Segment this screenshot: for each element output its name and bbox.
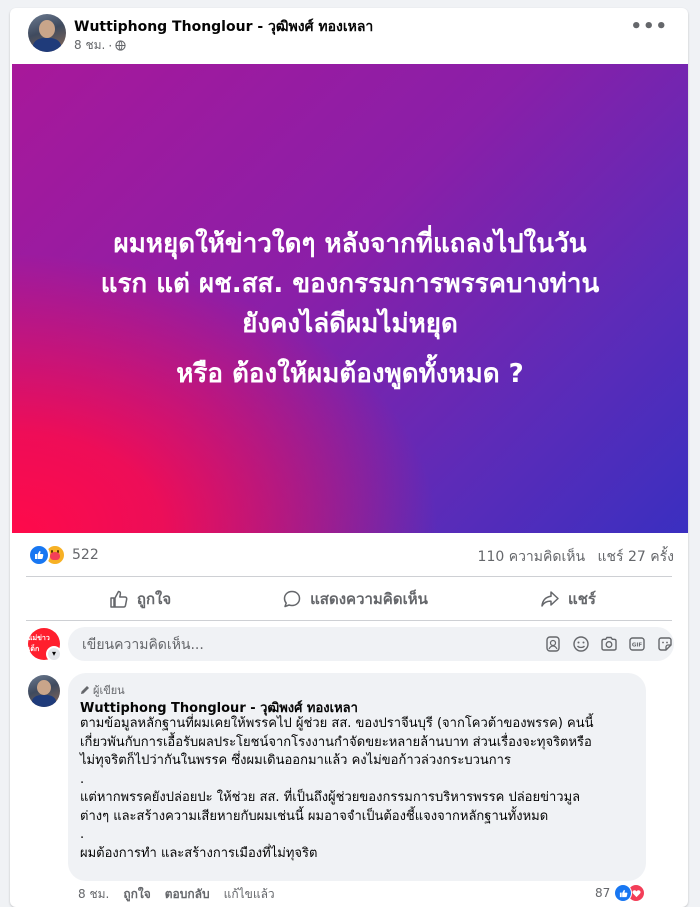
post-card: Wuttiphong Thonglour - วุฒิพงศ์ ทองเหลา … [10, 8, 688, 907]
comment-composer[interactable]: GIF [68, 627, 674, 663]
share-button[interactable]: แชร์ [528, 582, 608, 616]
comment-edited-label[interactable]: แก้ไขแล้ว [224, 885, 275, 904]
post-time[interactable]: 8 ชม. [74, 36, 105, 55]
emoji-icon[interactable] [572, 635, 590, 653]
comment-actions: 8 ชม. ถูกใจ ตอบกลับ แก้ไขแล้ว [78, 885, 275, 904]
comment-line: เกี่ยวพันกับการเอื้อรับผลประโยชน์จากโรงง… [80, 734, 592, 750]
banner-question: หรือ ต้องให้ผมต้องพูดทั้งหมด ? [176, 359, 524, 389]
post-author-name[interactable]: Wuttiphong Thonglour - วุฒิพงศ์ ทองเหลา [74, 16, 373, 38]
comment-time[interactable]: 8 ชม. [78, 885, 109, 904]
like-label: ถูกใจ [136, 590, 172, 608]
comment-line: ไม่ทุจริตก็ไปว่ากันในพรรค ซึ่งผมเดินออกม… [80, 753, 511, 768]
comment-count-link[interactable]: 110 ความคิดเห็น [478, 549, 586, 565]
comment-reply-button[interactable]: ตอบกลับ [165, 885, 210, 904]
like-reaction-icon [28, 544, 50, 566]
comment-line: ตามข้อมูลหลักฐานที่ผมเคยให้พรรคไป ผู้ช่ว… [80, 716, 594, 731]
sticker-icon[interactable] [656, 635, 674, 653]
author-avatar[interactable] [28, 14, 66, 52]
comment-reactions[interactable]: 87 [595, 884, 646, 902]
comment-line: ผมต้องการทำ และสร้างการเมืองที่ไม่ทุจริต [80, 845, 318, 861]
comment-button[interactable]: แสดงความคิดเห็น [265, 582, 445, 616]
gif-icon[interactable]: GIF [628, 635, 646, 653]
chevron-down-icon[interactable]: ▾ [46, 646, 62, 662]
post-banner[interactable]: ผมหยุดให้ข่าวใดๆ หลังจากที่แถลงไปในวัน แ… [12, 64, 688, 533]
comment-like-button[interactable]: ถูกใจ [123, 885, 150, 904]
reaction-summary[interactable]: 522 [28, 544, 99, 566]
meta-separator: · [108, 38, 113, 53]
divider [26, 576, 672, 577]
engagement-stats: 110 ความคิดเห็น แชร์ 27 ครั้ง [478, 546, 674, 568]
comment-input[interactable] [80, 627, 484, 663]
like-button[interactable]: ถูกใจ [90, 582, 190, 616]
svg-text:GIF: GIF [632, 643, 643, 649]
comment-text: ตามข้อมูลหลักฐานที่ผมเคยให้พรรคไป ผู้ช่ว… [80, 715, 640, 863]
share-label: แชร์ [568, 590, 596, 608]
divider [26, 620, 672, 621]
comment-bubble: ผู้เขียน Wuttiphong Thonglour - วุฒิพงศ์… [68, 673, 646, 881]
commenter-avatar[interactable]: แม่ข่าวเด็ก ▾ [28, 628, 62, 662]
more-options-icon[interactable]: ••• [630, 18, 668, 36]
comment-line: . [80, 827, 85, 842]
banner-line: ผมหยุดให้ข่าวใดๆ หลังจากที่แถลงไปในวัน [113, 229, 587, 259]
comment-bubble-icon [283, 590, 301, 608]
camera-icon[interactable] [600, 635, 618, 653]
comment-reaction-count: 87 [595, 886, 611, 900]
comment-line: . [80, 771, 85, 787]
comment-line: แต่หากพรรคยังปล่อยปะ ให้ช่วย สส. ที่เป็น… [80, 790, 581, 805]
avatar-sticker-icon[interactable] [544, 635, 562, 653]
thumbs-up-icon [110, 590, 128, 608]
reaction-count[interactable]: 522 [72, 547, 99, 563]
banner-text: ผมหยุดให้ข่าวใดๆ หลังจากที่แถลงไปในวัน แ… [12, 224, 688, 344]
banner-line: แรก แต่ ผช.สส. ของกรรมการพรรคบางท่าน [100, 269, 600, 299]
post-meta: 8 ชม. · [74, 36, 126, 55]
comment-author-avatar[interactable] [28, 675, 60, 707]
share-arrow-icon [541, 591, 559, 607]
comment-label: แสดงความคิดเห็น [310, 590, 428, 608]
share-count-link[interactable]: แชร์ 27 ครั้ง [598, 549, 674, 565]
comment-line: ต่างๆ และสร้างความเสียหายกับผมเช่นนี้ ผม… [80, 808, 549, 824]
globe-icon[interactable] [115, 40, 126, 51]
pencil-icon [81, 686, 89, 694]
banner-line: ยังคงไล่ดีผมไม่หยุด [242, 309, 458, 339]
